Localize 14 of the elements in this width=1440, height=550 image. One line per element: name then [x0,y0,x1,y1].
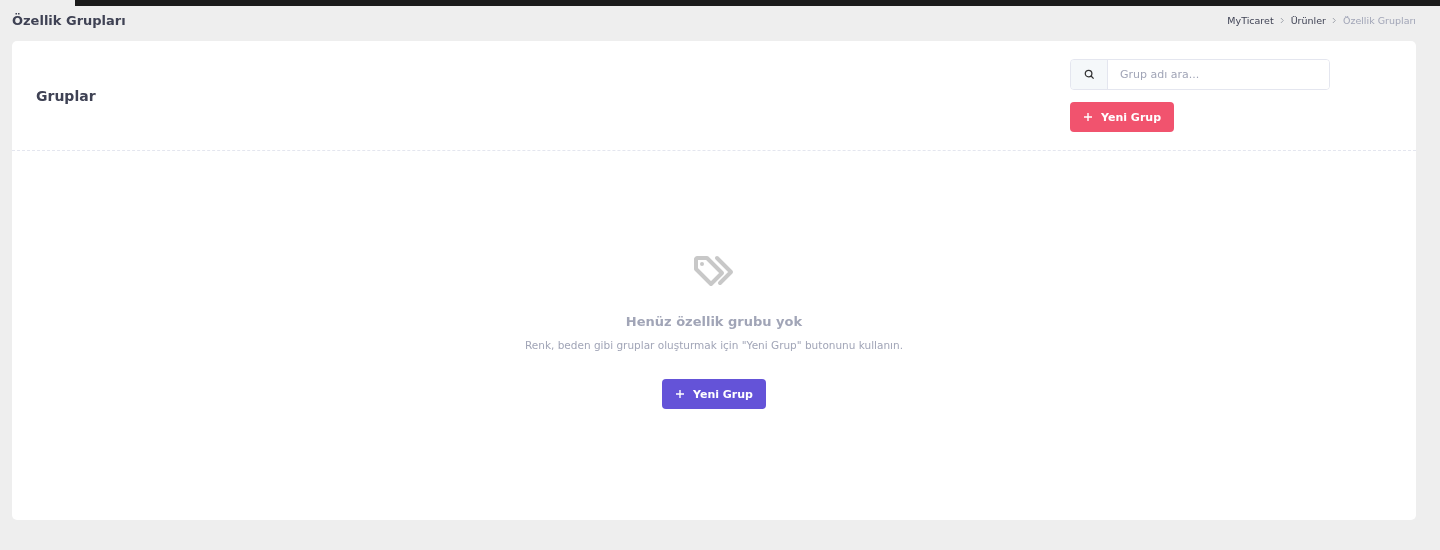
page-title: Özellik Grupları [12,13,126,28]
plus-icon [1083,112,1093,122]
chevron-icon [1331,17,1337,24]
empty-title: Henüz özellik grubu yok [625,314,803,329]
breadcrumb-item: Özellik Grupları [1342,15,1416,26]
search-field[interactable]: Grup adı ara... [1070,59,1330,90]
search-icon [1083,69,1095,80]
breadcrumb-item[interactable]: MyTicaret [1227,15,1274,26]
empty-message: Renk, beden gibi gruplar oluşturmak için "Yeni Grup" butonunu kullanın. [525,339,903,351]
new-group-button[interactable]: Yeni Grup [662,379,766,409]
card-title: Gruplar [36,87,96,104]
plus-icon [675,389,685,399]
breadcrumb-item[interactable]: Ürünler [1290,15,1326,26]
chevron-icon [1279,17,1285,24]
